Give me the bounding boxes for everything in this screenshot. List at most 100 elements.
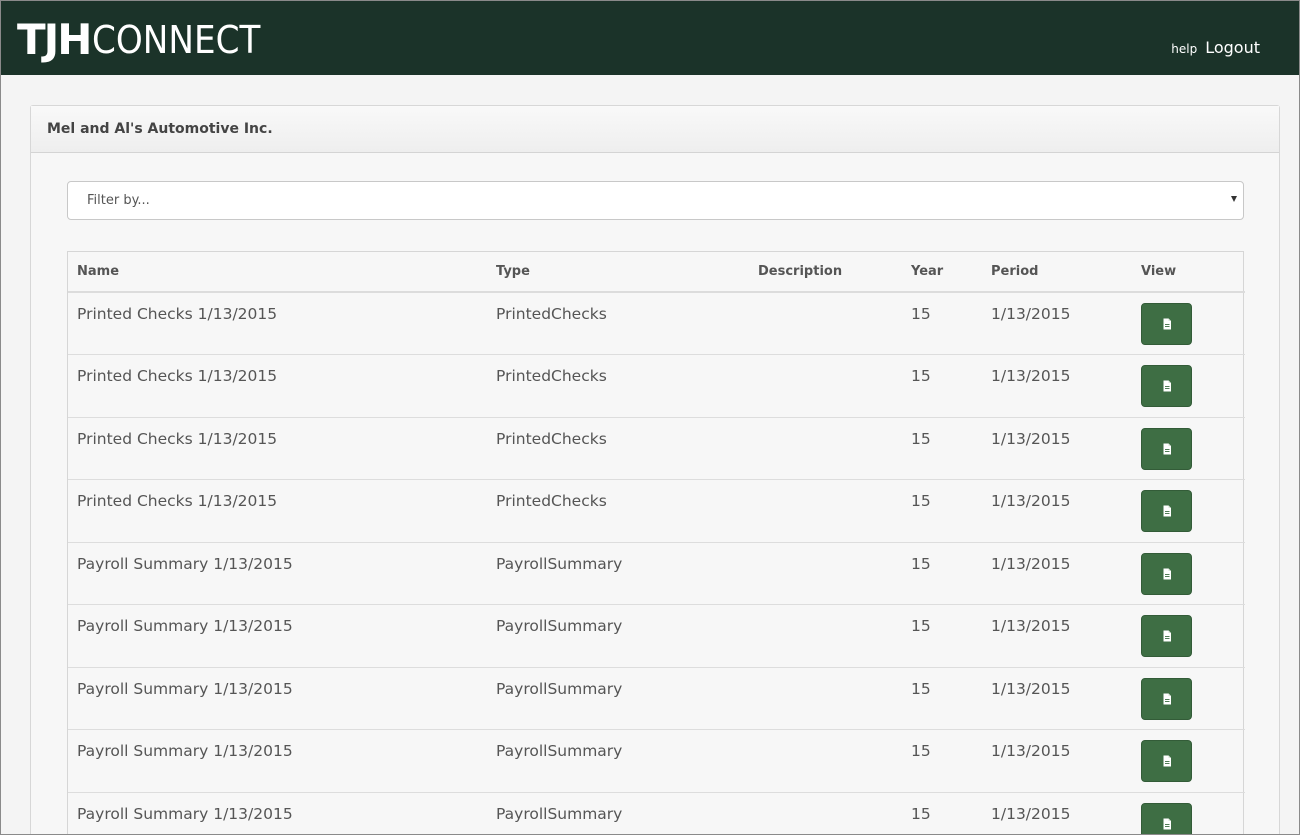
cell-type: PrintedChecks xyxy=(487,291,749,355)
view-document-button[interactable] xyxy=(1141,552,1192,595)
cell-description xyxy=(749,354,902,417)
cell-period: 1/13/2015 xyxy=(982,479,1132,542)
view-document-button[interactable] xyxy=(1141,427,1192,470)
top-links: help Logout xyxy=(1171,38,1260,57)
column-header-name: Name xyxy=(68,252,487,293)
cell-description xyxy=(749,416,902,480)
logo-tjh: TJH xyxy=(17,15,92,64)
cell-period: 1/13/2015 xyxy=(982,729,1132,792)
panel-title: Mel and Al's Automotive Inc. xyxy=(31,106,1279,153)
document-icon xyxy=(1161,568,1173,580)
cell-view xyxy=(1132,479,1245,542)
cell-period: 1/13/2015 xyxy=(982,604,1132,667)
cell-description xyxy=(749,291,902,355)
table-header-row: Name Type Description Year Period View xyxy=(68,252,1245,293)
column-header-type: Type xyxy=(487,252,749,293)
cell-view xyxy=(1132,604,1245,667)
table-row: Payroll Summary 1/13/2015 PayrollSummary 1… xyxy=(68,666,1245,730)
cell-period: 1/13/2015 xyxy=(982,416,1132,480)
column-header-view: View xyxy=(1132,252,1245,293)
cell-name: Payroll Summary 1/13/2015 xyxy=(68,791,487,834)
column-header-period: Period xyxy=(982,252,1132,293)
view-document-button[interactable] xyxy=(1141,740,1192,782)
logout-link[interactable]: Logout xyxy=(1205,38,1260,57)
app-window: TJH CONNECT help Logout Mel and Al's Aut… xyxy=(0,0,1300,835)
cell-type: PrintedChecks xyxy=(487,354,749,417)
cell-year: 15 xyxy=(902,291,982,355)
cell-view xyxy=(1132,666,1245,730)
cell-description xyxy=(749,666,902,730)
cell-name: Printed Checks 1/13/2015 xyxy=(68,479,487,542)
cell-description xyxy=(749,729,902,792)
cell-type: PayrollSummary xyxy=(487,666,749,730)
document-icon xyxy=(1161,443,1173,455)
cell-year: 15 xyxy=(902,416,982,480)
cell-name: Payroll Summary 1/13/2015 xyxy=(68,541,487,605)
help-link[interactable]: help xyxy=(1171,42,1197,56)
cell-description xyxy=(749,541,902,605)
cell-type: PayrollSummary xyxy=(487,791,749,834)
table-row: Payroll Summary 1/13/2015 PayrollSummary 1… xyxy=(68,541,1245,605)
logo-connect: CONNECT xyxy=(92,18,261,62)
document-icon xyxy=(1161,380,1173,392)
cell-view xyxy=(1132,291,1245,355)
cell-period: 1/13/2015 xyxy=(982,541,1132,605)
cell-name: Payroll Summary 1/13/2015 xyxy=(68,604,487,667)
filter-select[interactable]: Filter by... xyxy=(67,181,1244,220)
cell-period: 1/13/2015 xyxy=(982,291,1132,355)
document-icon xyxy=(1161,693,1173,705)
cell-type: PayrollSummary xyxy=(487,541,749,605)
cell-name: Printed Checks 1/13/2015 xyxy=(68,354,487,417)
cell-type: PrintedChecks xyxy=(487,479,749,542)
cell-year: 15 xyxy=(902,479,982,542)
document-icon xyxy=(1161,318,1173,330)
view-document-button[interactable] xyxy=(1141,802,1192,834)
table-row: Printed Checks 1/13/2015 PrintedChecks 15 1… xyxy=(68,354,1245,417)
cell-name: Payroll Summary 1/13/2015 xyxy=(68,729,487,792)
cell-view xyxy=(1132,416,1245,480)
cell-year: 15 xyxy=(902,791,982,834)
cell-name: Payroll Summary 1/13/2015 xyxy=(68,666,487,730)
table-row: Payroll Summary 1/13/2015 PayrollSummary 1… xyxy=(68,729,1245,792)
document-icon xyxy=(1161,755,1173,767)
cell-view xyxy=(1132,791,1245,834)
cell-name: Printed Checks 1/13/2015 xyxy=(68,291,487,355)
cell-description xyxy=(749,479,902,542)
cell-type: PayrollSummary xyxy=(487,729,749,792)
document-icon xyxy=(1161,818,1173,830)
view-document-button[interactable] xyxy=(1141,490,1192,532)
cell-view xyxy=(1132,729,1245,792)
view-document-button[interactable] xyxy=(1141,365,1192,407)
caret-down-icon xyxy=(1231,196,1237,202)
cell-type: PayrollSummary xyxy=(487,604,749,667)
cell-type: PrintedChecks xyxy=(487,416,749,480)
cell-view xyxy=(1132,541,1245,605)
cell-description xyxy=(749,604,902,667)
cell-name: Printed Checks 1/13/2015 xyxy=(68,416,487,480)
top-navbar: TJH CONNECT help Logout xyxy=(1,1,1299,75)
table-row: Printed Checks 1/13/2015 PrintedChecks 15 1… xyxy=(68,416,1245,480)
documents-panel: Mel and Al's Automotive Inc. Filter by..… xyxy=(30,105,1280,834)
cell-year: 15 xyxy=(902,354,982,417)
view-document-button[interactable] xyxy=(1141,615,1192,657)
documents-table: Name Type Description Year Period View P… xyxy=(67,251,1245,834)
cell-period: 1/13/2015 xyxy=(982,354,1132,417)
table-row: Printed Checks 1/13/2015 PrintedChecks 15 1… xyxy=(68,479,1245,542)
logo[interactable]: TJH CONNECT xyxy=(17,15,280,64)
cell-period: 1/13/2015 xyxy=(982,666,1132,730)
cell-year: 15 xyxy=(902,729,982,792)
cell-description xyxy=(749,791,902,834)
view-document-button[interactable] xyxy=(1141,303,1192,345)
view-document-button[interactable] xyxy=(1141,677,1192,720)
table-row: Payroll Summary 1/13/2015 PayrollSummary 1… xyxy=(68,604,1245,667)
cell-year: 15 xyxy=(902,541,982,605)
document-icon xyxy=(1161,630,1173,642)
table-row: Printed Checks 1/13/2015 PrintedChecks 15 1… xyxy=(68,291,1245,355)
cell-view xyxy=(1132,354,1245,417)
cell-period: 1/13/2015 xyxy=(982,791,1132,834)
table-row: Payroll Summary 1/13/2015 PayrollSummary 1… xyxy=(68,791,1245,834)
document-icon xyxy=(1161,505,1173,517)
cell-year: 15 xyxy=(902,604,982,667)
filter-placeholder: Filter by... xyxy=(87,193,150,208)
column-header-year: Year xyxy=(902,252,982,293)
